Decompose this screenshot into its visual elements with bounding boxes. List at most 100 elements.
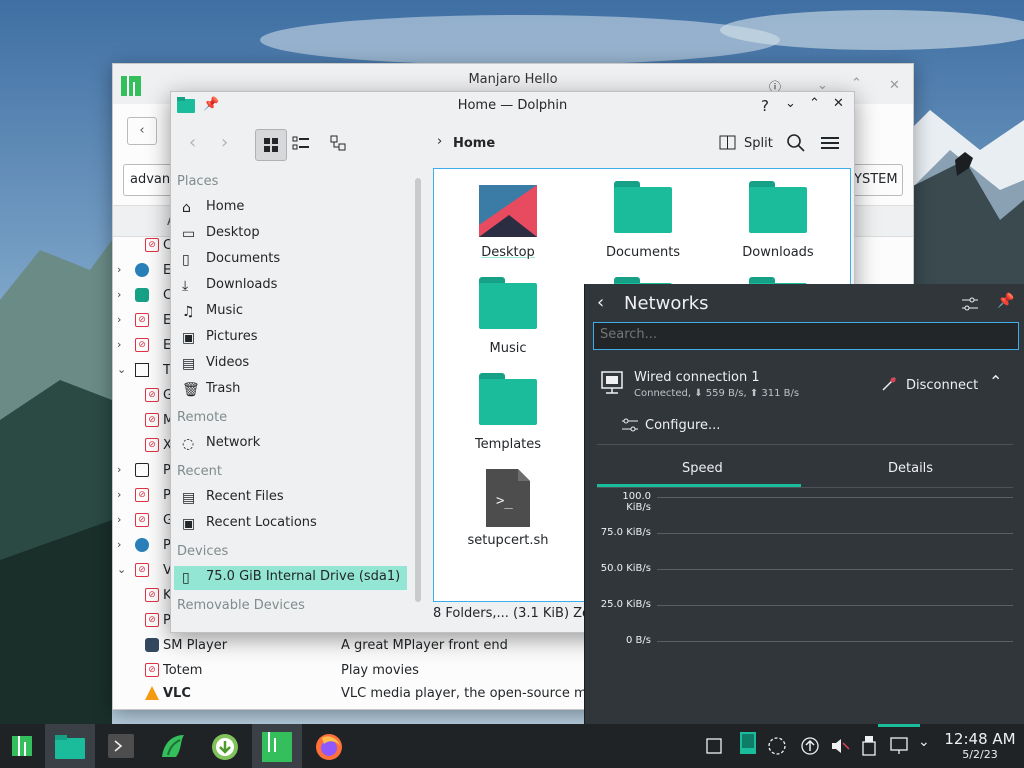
taskbar-firefox[interactable]: [304, 724, 354, 768]
places-item[interactable]: ◌ Network: [174, 432, 407, 456]
terminal-icon: [108, 734, 134, 758]
back-nav-button[interactable]: ‹: [189, 132, 196, 153]
pamac-icon: [162, 735, 184, 757]
collapsed-chevron-icon[interactable]: ›: [117, 338, 129, 351]
speed-grid-line: [657, 569, 1013, 570]
taskbar-pamac[interactable]: [149, 724, 199, 768]
pictures-icon: ▣: [182, 330, 196, 346]
file-item[interactable]: >_ setupcert.sh: [448, 457, 568, 549]
network-tray-icon[interactable]: [890, 736, 910, 756]
file-item[interactable]: Downloads: [718, 169, 838, 261]
file-item[interactable]: Music: [448, 265, 568, 357]
places-item-label: Network: [206, 435, 261, 450]
collapse-chevron-icon[interactable]: ⌃: [989, 372, 1002, 391]
volume-muted-icon[interactable]: [830, 736, 850, 756]
places-section-header: Remote: [177, 410, 228, 425]
places-item[interactable]: ▭ Desktop: [174, 222, 407, 246]
places-item[interactable]: ⌂ Home: [174, 196, 407, 220]
system-button-label: YSTEM: [854, 172, 898, 187]
digital-clock[interactable]: 12:48 AM 5/2/23: [940, 730, 1020, 761]
clock-date: 5/2/23: [962, 748, 998, 761]
collapsed-chevron-icon[interactable]: ›: [117, 288, 129, 301]
updates-tray-icon[interactable]: [800, 736, 820, 756]
hamburger-menu-icon[interactable]: [821, 135, 839, 151]
speed-axis-tick-label: 50.0 KiB/s: [600, 563, 651, 574]
maximize-button[interactable]: ⌃: [851, 76, 862, 91]
split-button[interactable]: Split: [744, 136, 773, 151]
svg-text:>_: >_: [496, 493, 513, 509]
forward-nav-button[interactable]: ›: [221, 132, 228, 153]
collapsed-chevron-icon[interactable]: ›: [117, 513, 129, 526]
taskbar-manjaro-hello[interactable]: [252, 724, 302, 768]
file-item[interactable]: Templates: [448, 361, 568, 453]
package-description: VLC media player, the open-source multi: [341, 686, 608, 701]
downloads-folder-icon: [749, 181, 807, 233]
collapsed-chevron-icon[interactable]: ›: [117, 538, 129, 551]
places-item[interactable]: ⤓ Downloads: [174, 274, 407, 298]
tab-details[interactable]: Details: [888, 461, 933, 476]
file-item[interactable]: Documents: [583, 169, 703, 261]
back-button[interactable]: ‹: [127, 117, 157, 145]
collapsed-chevron-icon[interactable]: ›: [117, 488, 129, 501]
compact-view-icon[interactable]: [291, 134, 311, 154]
places-item[interactable]: ♫ Music: [174, 300, 407, 324]
taskbar-updates[interactable]: [200, 724, 250, 768]
places-item[interactable]: ▣ Pictures: [174, 326, 407, 350]
tab-separator: [597, 487, 1013, 488]
networks-search-input[interactable]: [594, 323, 1006, 346]
expanded-chevron-icon[interactable]: ⌄: [117, 563, 129, 576]
places-item-label: Downloads: [206, 277, 278, 292]
desktop-folder-icon: [479, 185, 537, 237]
system-button[interactable]: YSTEM: [849, 164, 903, 196]
package-icon: ⊘: [135, 313, 149, 327]
folder-app-icon: [55, 735, 85, 759]
taskbar-terminal[interactable]: [97, 724, 147, 768]
details-view-icon[interactable]: [329, 134, 349, 154]
expanded-chevron-icon[interactable]: ⌄: [117, 363, 129, 376]
printer-icon: [135, 463, 149, 477]
show-desktop-icon[interactable]: [706, 738, 722, 754]
collapsed-chevron-icon[interactable]: ›: [117, 463, 129, 476]
places-item[interactable]: ▤ Videos: [174, 352, 407, 376]
breadcrumb-home[interactable]: Home: [453, 136, 495, 151]
back-arrow-icon[interactable]: ‹: [597, 292, 604, 313]
file-item[interactable]: Desktop: [448, 169, 568, 261]
places-item[interactable]: ▣ Recent Locations: [174, 512, 407, 536]
file-label: setupcert.sh: [467, 533, 549, 548]
places-item[interactable]: ▤ Recent Files: [174, 486, 407, 510]
icons-view-button[interactable]: [255, 129, 287, 161]
minimize-button[interactable]: ⌄: [785, 96, 796, 111]
firefox-icon: [316, 734, 342, 760]
tray-expand-chevron-icon[interactable]: ⌄: [918, 734, 930, 750]
collapsed-chevron-icon[interactable]: ›: [117, 263, 129, 276]
usb-device-icon[interactable]: [862, 736, 876, 756]
disconnect-button[interactable]: Disconnect: [906, 378, 978, 393]
kdeconnect-icon[interactable]: [767, 736, 787, 756]
network-active-indicator: [878, 724, 920, 727]
close-button[interactable]: ✕: [833, 96, 844, 111]
recent-locations-icon: ▣: [182, 516, 196, 532]
places-item[interactable]: ▯ Documents: [174, 248, 407, 272]
trash-icon: 🗑: [182, 382, 200, 398]
maximize-button[interactable]: ⌃: [809, 96, 820, 111]
video-icon: ▤: [182, 356, 196, 372]
taskbar-dolphin[interactable]: [45, 724, 95, 768]
clock-time: 12:48 AM: [944, 730, 1016, 748]
edit-icon: [135, 363, 149, 377]
pin-icon[interactable]: 📌: [997, 293, 1014, 309]
clipboard-icon[interactable]: [740, 732, 756, 758]
places-item-label: Desktop: [206, 225, 260, 240]
download-icon: ⤓: [182, 278, 189, 294]
help-button[interactable]: ?: [761, 97, 769, 115]
close-button[interactable]: ✕: [889, 78, 900, 93]
search-icon[interactable]: [786, 133, 806, 153]
networks-search-field[interactable]: [593, 322, 1019, 350]
places-scrollbar[interactable]: [415, 178, 421, 602]
settings-sliders-icon[interactable]: [961, 295, 979, 313]
configure-button[interactable]: Configure...: [645, 418, 720, 433]
places-item[interactable]: 🗑 Trash: [174, 378, 407, 402]
tab-speed[interactable]: Speed: [682, 461, 723, 476]
application-launcher-button[interactable]: [0, 724, 50, 768]
collapsed-chevron-icon[interactable]: ›: [117, 313, 129, 326]
places-item[interactable]: ▯ 75.0 GiB Internal Drive (sda1): [174, 566, 407, 590]
